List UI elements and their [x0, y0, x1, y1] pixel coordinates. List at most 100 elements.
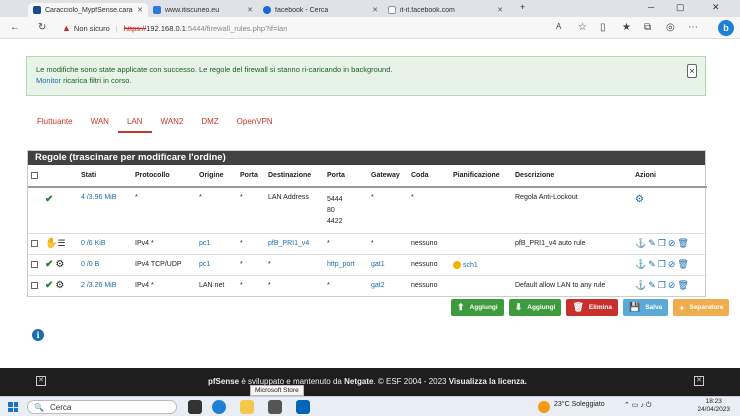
bing-copilot-icon[interactable]: b	[718, 20, 734, 36]
copy-icon[interactable]: ❐	[658, 238, 666, 248]
source-cell[interactable]: pc1	[196, 253, 237, 275]
tooltip: Microsoft Store	[250, 385, 304, 396]
security-status[interactable]: Non sicuro	[74, 24, 110, 33]
disable-icon[interactable]: ⊘	[668, 259, 676, 269]
tab-fluttuante[interactable]: Fluttuante	[28, 113, 82, 133]
table-row[interactable]: ✔ ⚙ 2 /3.26 MiB IPv4 * LAN net * * * gat…	[28, 274, 707, 296]
gateway-cell[interactable]: gat1	[368, 253, 408, 275]
browser-tab-pfsense[interactable]: Caracciolo_MypfSense.caracciolo ✕	[28, 3, 148, 17]
dest-cell[interactable]: pfB_PRI1_v4	[265, 232, 324, 254]
delete-icon[interactable]: 🗑	[677, 259, 688, 269]
mail-icon[interactable]	[296, 400, 310, 414]
tray-icons[interactable]: ⌃ ▭ ♪ ⏻	[624, 401, 651, 410]
row-checkbox[interactable]	[31, 260, 38, 268]
states-cell[interactable]: 0 /6 KiB	[78, 232, 132, 254]
store-icon[interactable]	[268, 400, 282, 414]
source-port-cell: *	[237, 232, 265, 254]
gateway-cell[interactable]: gat2	[368, 274, 408, 296]
favorite-icon[interactable]: ☆	[578, 22, 587, 33]
profile-icon[interactable]: ◎	[666, 22, 675, 33]
alert-close-button[interactable]: ×	[687, 64, 697, 78]
page-favicon	[388, 6, 396, 14]
add-bottom-button[interactable]: ⬇ Aggiungi	[508, 299, 562, 316]
footer-brand[interactable]: pfSense	[208, 377, 239, 386]
separator-button[interactable]: + Separatore	[673, 299, 730, 316]
table-row[interactable]: ✔ ⚙ 0 /0 B IPv4 TCP/UDP pc1 * * http_por…	[28, 253, 707, 275]
refresh-icon[interactable]: ↻	[38, 22, 46, 33]
gear-icon[interactable]: ⚙	[635, 194, 644, 205]
states-cell[interactable]: 0 /0 B	[78, 253, 132, 275]
edge-icon[interactable]	[212, 400, 226, 414]
schedule-cell[interactable]: sch1	[463, 261, 478, 268]
states-cell[interactable]: 4 /3.96 MiB	[78, 186, 132, 233]
collections-icon[interactable]: ⧉	[644, 22, 651, 33]
more-icon[interactable]: ⋯	[688, 22, 698, 33]
read-aloud-icon[interactable]: A	[556, 22, 561, 31]
dest-port-cell[interactable]: http_port	[324, 253, 368, 275]
anchor-icon[interactable]: ⚓	[635, 280, 646, 290]
tab-wan[interactable]: WAN	[82, 113, 118, 133]
edit-icon[interactable]: ✎	[648, 259, 656, 269]
maximize-icon[interactable]: ▢	[676, 2, 685, 13]
tab-dmz[interactable]: DMZ	[192, 113, 227, 133]
file-explorer-icon[interactable]	[240, 400, 254, 414]
list-icon: ☰	[57, 238, 66, 248]
tab-openvpn[interactable]: OpenVPN	[228, 113, 282, 133]
close-tab-icon[interactable]: ✕	[368, 6, 378, 14]
close-tab-icon[interactable]: ✕	[243, 6, 253, 14]
tab-lan[interactable]: LAN	[117, 113, 152, 133]
edit-icon[interactable]: ✎	[648, 280, 656, 290]
new-tab-icon[interactable]: +	[520, 2, 525, 12]
source-cell[interactable]: pc1	[196, 232, 237, 254]
task-view-icon[interactable]	[188, 400, 202, 414]
taskbar-clock[interactable]: 18:23 24/04/2023	[697, 398, 730, 414]
footer-toggle-icon[interactable]: ✕	[36, 376, 46, 386]
delete-icon[interactable]: 🗑	[677, 280, 688, 290]
copy-icon[interactable]: ❐	[658, 280, 666, 290]
netgate-link[interactable]: Netgate	[344, 377, 373, 386]
schedule-cell	[450, 186, 512, 233]
select-all-header[interactable]	[28, 165, 42, 188]
footer-expand-icon[interactable]: ✕	[694, 376, 704, 386]
info-icon[interactable]: i	[32, 329, 44, 341]
back-icon[interactable]: ←	[10, 22, 20, 33]
table-row[interactable]: ✋☰ 0 /6 KiB IPv4 * pc1 * pfB_PRI1_v4 * *…	[28, 232, 707, 254]
delete-icon[interactable]: 🗑	[677, 238, 688, 248]
close-tab-icon[interactable]: ✕	[133, 6, 143, 14]
browser-tab-facebook-search[interactable]: facebook - Cerca ✕	[258, 3, 383, 17]
save-button[interactable]: 💾 Salva	[623, 299, 669, 316]
monitor-link[interactable]: Monitor	[36, 76, 61, 85]
weather-text[interactable]: 23°C Soleggiato	[554, 401, 605, 408]
edit-icon[interactable]: ✎	[648, 238, 656, 248]
tab-wan2[interactable]: WAN2	[152, 113, 193, 133]
states-cell[interactable]: 2 /3.26 MiB	[78, 274, 132, 296]
taskbar-search[interactable]: 🔍 Cerca	[27, 400, 177, 414]
description-cell: Default allow LAN to any rule	[512, 274, 632, 296]
row-checkbox[interactable]	[31, 282, 38, 290]
add-top-button[interactable]: ⬆ Aggiungi	[451, 299, 504, 316]
anchor-icon[interactable]: ⚓	[635, 238, 646, 248]
disable-icon[interactable]: ⊘	[668, 280, 676, 290]
delete-button[interactable]: 🗑 Elimina	[566, 299, 618, 316]
browser-tab-bar: Caracciolo_MypfSense.caracciolo ✕ www.it…	[0, 0, 740, 17]
favorites-list-icon[interactable]: ★	[622, 22, 631, 33]
col-header-destinazione: Destinazione	[265, 165, 324, 188]
license-link[interactable]: Visualizza la licenza.	[449, 377, 527, 386]
close-window-icon[interactable]: ✕	[712, 2, 720, 13]
table-row[interactable]: ✔ 4 /3.96 MiB * * * LAN Address 5444 80 …	[28, 186, 707, 233]
minimize-icon[interactable]: ─	[648, 2, 654, 12]
url-field[interactable]: ▲ Non sicuro | https:// 192.168.0.1 :544…	[62, 21, 287, 35]
schedule-icon	[453, 260, 461, 269]
copy-icon[interactable]: ❐	[658, 259, 666, 269]
windows-start-icon[interactable]	[8, 402, 18, 412]
url-scheme: https://	[123, 23, 147, 33]
dest-port-cell: 5444 80 4422	[324, 186, 368, 233]
row-checkbox[interactable]	[31, 239, 38, 247]
anchor-icon[interactable]: ⚓	[635, 259, 646, 269]
split-screen-icon[interactable]: ▯	[600, 22, 606, 33]
browser-tab-facebook[interactable]: it-it.facebook.com ✕	[383, 3, 508, 17]
close-tab-icon[interactable]: ✕	[493, 6, 503, 14]
select-all-checkbox[interactable]	[31, 171, 38, 179]
disable-icon[interactable]: ⊘	[668, 238, 676, 248]
browser-tab-itiscuneo[interactable]: www.itiscuneo.eu ✕	[148, 3, 258, 17]
